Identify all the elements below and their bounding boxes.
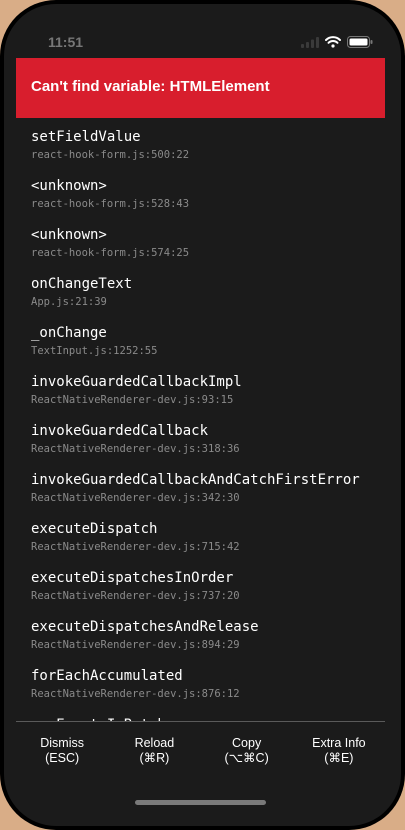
copy-shortcut: (⌥⌘C): [224, 751, 269, 765]
dismiss-button[interactable]: Dismiss (ESC): [16, 722, 108, 782]
status-icons: [301, 36, 373, 48]
status-bar: 11:51: [4, 4, 401, 64]
extra-info-shortcut: (⌘E): [324, 751, 354, 765]
battery-icon: [347, 36, 373, 48]
frame-location: ReactNativeRenderer-dev.js:737:20: [31, 590, 240, 602]
signal-icon: [301, 36, 319, 48]
reload-shortcut: (⌘R): [139, 751, 170, 765]
stack-frame[interactable]: executeDispatch ReactNativeRenderer-dev.…: [31, 521, 240, 554]
stack-frame[interactable]: <unknown> react-hook-form.js:574:25: [31, 227, 189, 260]
frame-function-name: <unknown>: [31, 178, 107, 194]
frame-location: ReactNativeRenderer-dev.js:894:29: [31, 639, 240, 651]
frame-location: react-hook-form.js:500:22: [31, 149, 190, 161]
stack-frame[interactable]: <unknown> react-hook-form.js:528:43: [31, 178, 189, 211]
phone-frame: 11:51 Can't find variable: HTMLElement s…: [0, 0, 405, 830]
error-title: Can't find variable: HTMLElement: [31, 78, 270, 95]
error-banner: Can't find variable: HTMLElement: [16, 58, 385, 118]
frame-function-name: setFieldValue: [31, 129, 141, 145]
stack-trace[interactable]: setFieldValue react-hook-form.js:500:22 …: [0, 124, 405, 722]
frame-location: ReactNativeRenderer-dev.js:715:42: [31, 541, 240, 553]
stack-frame[interactable]: executeDispatchesInOrder ReactNativeRend…: [31, 570, 240, 603]
frame-location: App.js:21:39: [31, 296, 107, 308]
extra-info-button[interactable]: Extra Info (⌘E): [293, 722, 385, 782]
extra-info-label: Extra Info: [312, 736, 366, 750]
redbox-toolbar: Dismiss (ESC) Reload (⌘R) Copy (⌥⌘C) Ext…: [16, 721, 385, 782]
frame-location: ReactNativeRenderer-dev.js:318:36: [31, 443, 240, 455]
frame-function-name: onChangeText: [31, 276, 133, 292]
dismiss-label: Dismiss: [40, 736, 84, 750]
stack-frame[interactable]: invokeGuardedCallbackAndCatchFirstError …: [31, 472, 360, 505]
wifi-icon: [325, 36, 341, 48]
frame-function-name: executeDispatchesInOrder: [31, 570, 234, 586]
frame-location: ReactNativeRenderer-dev.js:93:15: [31, 394, 234, 406]
frame-function-name: executeDispatchesAndRelease: [31, 619, 259, 635]
frame-function-name: invokeGuardedCallback: [31, 423, 209, 439]
frame-function-name: executeDispatch: [31, 521, 158, 537]
stack-frame[interactable]: invokeGuardedCallback ReactNativeRendere…: [31, 423, 240, 456]
status-time: 11:51: [48, 34, 84, 50]
stack-frame[interactable]: forEachAccumulated ReactNativeRenderer-d…: [31, 668, 240, 701]
copy-label: Copy: [232, 736, 262, 750]
frame-function-name: invokeGuardedCallbackImpl: [31, 374, 242, 390]
frame-location: TextInput.js:1252:55: [31, 345, 158, 357]
frame-function-name: invokeGuardedCallbackAndCatchFirstError: [31, 472, 360, 488]
frame-location: react-hook-form.js:528:43: [31, 198, 190, 210]
frame-function-name: forEachAccumulated: [31, 668, 183, 684]
frame-location: react-hook-form.js:574:25: [31, 247, 190, 259]
frame-function-name: _onChange: [31, 325, 107, 341]
home-indicator[interactable]: [135, 800, 266, 805]
stack-frame[interactable]: executeDispatchesAndRelease ReactNativeR…: [31, 619, 259, 652]
reload-label: Reload: [134, 736, 175, 750]
frame-location: ReactNativeRenderer-dev.js:342:30: [31, 492, 240, 504]
stack-frame[interactable]: setFieldValue react-hook-form.js:500:22: [31, 129, 189, 162]
dismiss-shortcut: (ESC): [45, 751, 80, 765]
copy-button[interactable]: Copy (⌥⌘C): [201, 722, 293, 782]
frame-location: ReactNativeRenderer-dev.js:876:12: [31, 688, 240, 700]
frame-function-name: <unknown>: [31, 227, 107, 243]
reload-button[interactable]: Reload (⌘R): [108, 722, 200, 782]
stack-frame[interactable]: _onChange TextInput.js:1252:55: [31, 325, 157, 358]
stack-frame[interactable]: onChangeText App.js:21:39: [31, 276, 132, 309]
stack-frame[interactable]: invokeGuardedCallbackImpl ReactNativeRen…: [31, 374, 242, 407]
